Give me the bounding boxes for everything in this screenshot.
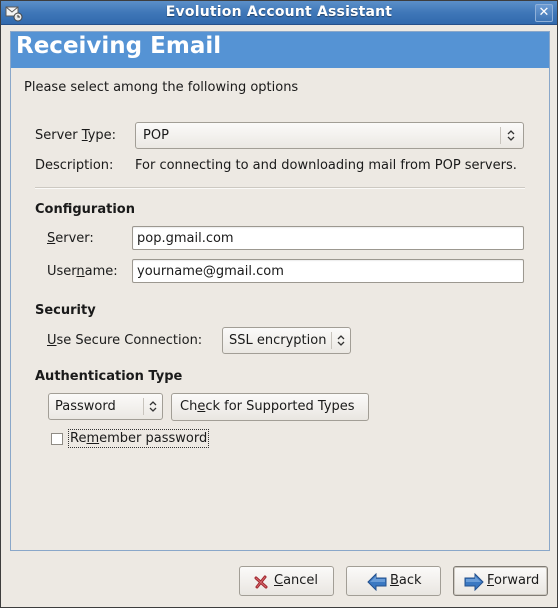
back-button[interactable]: Back [346, 566, 441, 596]
security-heading: Security [35, 303, 96, 318]
window-title: Evolution Account Assistant [165, 4, 393, 20]
authentication-type-select[interactable]: Password [48, 393, 163, 420]
forward-arrow-icon [464, 573, 484, 591]
authentication-type-value: Password [55, 399, 116, 414]
forward-label: Forward [487, 573, 540, 588]
username-field[interactable] [132, 259, 524, 283]
cancel-icon [254, 575, 268, 589]
authentication-heading: Authentication Type [35, 369, 183, 384]
close-icon: ✕ [538, 5, 550, 20]
separator [35, 187, 525, 189]
page-header-banner: Receiving Email [11, 32, 549, 68]
secure-connection-value: SSL encryption [229, 333, 327, 348]
username-label: Username: [47, 264, 118, 279]
secure-connection-label: Use Secure Connection: [47, 333, 203, 348]
server-field[interactable] [132, 226, 524, 250]
chevron-up-down-icon [507, 130, 515, 141]
server-input[interactable] [133, 227, 523, 249]
page-title: Receiving Email [16, 33, 222, 59]
description-label: Description: [35, 158, 114, 173]
cancel-button[interactable]: Cancel [239, 566, 334, 596]
server-type-value: POP [143, 128, 169, 143]
check-supported-types-button[interactable]: Check for Supported Types [171, 393, 369, 421]
server-type-label: Server Type: [35, 128, 117, 143]
server-label: Server: [47, 231, 94, 246]
configuration-heading: Configuration [35, 202, 135, 217]
remember-password-label[interactable]: Remember password [68, 429, 210, 448]
check-supported-types-label: Check for Supported Types [180, 399, 355, 414]
close-button[interactable]: ✕ [535, 4, 553, 22]
cancel-label: Cancel [274, 573, 319, 588]
secure-connection-select[interactable]: SSL encryption [222, 327, 351, 354]
remember-password-checkbox[interactable] [51, 433, 63, 445]
username-input[interactable] [133, 260, 523, 282]
back-label: Back [390, 573, 422, 588]
server-type-select[interactable]: POP [135, 122, 524, 149]
chevron-up-down-icon [337, 335, 345, 346]
assistant-page: Receiving Email Please select among the … [10, 31, 550, 551]
intro-text: Please select among the following option… [24, 80, 299, 95]
title-bar[interactable]: Evolution Account Assistant ✕ [1, 1, 557, 25]
chevron-up-down-icon [149, 401, 157, 412]
description-text: For connecting to and downloading mail f… [135, 158, 517, 173]
evolution-account-assistant-window: Evolution Account Assistant ✕ Receiving … [0, 0, 558, 608]
back-arrow-icon [367, 573, 387, 591]
forward-button[interactable]: Forward [453, 566, 548, 596]
